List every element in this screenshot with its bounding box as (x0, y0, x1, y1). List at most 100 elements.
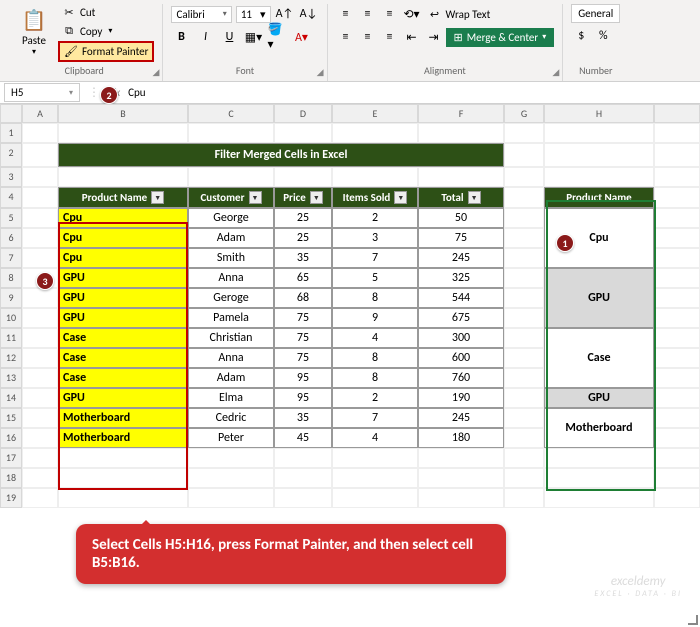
product-cell[interactable]: GPU (58, 268, 188, 288)
empty-cell[interactable] (504, 428, 544, 448)
align-middle-button[interactable]: ≡ (358, 4, 378, 24)
empty-cell[interactable] (504, 408, 544, 428)
empty-cell[interactable] (22, 308, 58, 328)
empty-cell[interactable] (22, 428, 58, 448)
empty-cell[interactable] (654, 228, 700, 248)
total-cell[interactable]: 50 (418, 208, 504, 228)
total-cell[interactable]: 600 (418, 348, 504, 368)
empty-cell[interactable] (332, 448, 418, 468)
total-cell[interactable]: 675 (418, 308, 504, 328)
price-cell[interactable]: 75 (274, 348, 332, 368)
empty-cell[interactable] (654, 288, 700, 308)
price-cell[interactable]: 35 (274, 248, 332, 268)
empty-cell[interactable] (654, 248, 700, 268)
customer-cell[interactable]: Adam (188, 368, 274, 388)
customer-cell[interactable]: Elma (188, 388, 274, 408)
empty-cell[interactable] (274, 167, 332, 187)
empty-cell[interactable] (58, 468, 188, 488)
empty-cell[interactable] (418, 488, 504, 508)
items-cell[interactable]: 8 (332, 348, 418, 368)
price-cell[interactable]: 45 (274, 428, 332, 448)
empty-cell[interactable] (22, 388, 58, 408)
empty-cell[interactable] (504, 328, 544, 348)
total-cell[interactable]: 245 (418, 248, 504, 268)
empty-cell[interactable] (504, 187, 544, 208)
empty-cell[interactable] (544, 488, 654, 508)
product-cell[interactable]: GPU (58, 388, 188, 408)
customer-cell[interactable]: Peter (188, 428, 274, 448)
product-cell[interactable]: Case (58, 368, 188, 388)
items-cell[interactable]: 7 (332, 408, 418, 428)
product-cell[interactable]: Motherboard (58, 408, 188, 428)
name-box[interactable]: H5▾ (4, 83, 80, 102)
empty-cell[interactable] (332, 468, 418, 488)
empty-cell[interactable] (22, 368, 58, 388)
empty-cell[interactable] (504, 448, 544, 468)
empty-cell[interactable] (58, 488, 188, 508)
total-cell[interactable]: 190 (418, 388, 504, 408)
customer-cell[interactable]: Adam (188, 228, 274, 248)
empty-cell[interactable] (188, 448, 274, 468)
empty-cell[interactable] (654, 328, 700, 348)
empty-cell[interactable] (274, 448, 332, 468)
formula-value[interactable]: Cpu (128, 86, 145, 99)
empty-cell[interactable] (418, 123, 504, 143)
empty-cell[interactable] (504, 248, 544, 268)
empty-cell[interactable] (188, 167, 274, 187)
empty-cell[interactable] (654, 428, 700, 448)
empty-cell[interactable] (22, 187, 58, 208)
total-cell[interactable]: 300 (418, 328, 504, 348)
items-cell[interactable]: 3 (332, 228, 418, 248)
align-center-button[interactable]: ≡ (358, 27, 378, 47)
items-cell[interactable]: 8 (332, 368, 418, 388)
empty-cell[interactable] (188, 488, 274, 508)
empty-cell[interactable] (654, 348, 700, 368)
customer-cell[interactable]: Geroge (188, 288, 274, 308)
price-cell[interactable]: 95 (274, 388, 332, 408)
product-cell[interactable]: GPU (58, 288, 188, 308)
empty-cell[interactable] (544, 448, 654, 468)
decrease-indent-button[interactable]: ⇤ (402, 27, 422, 47)
empty-cell[interactable] (504, 268, 544, 288)
empty-cell[interactable] (654, 308, 700, 328)
product-cell[interactable]: Case (58, 348, 188, 368)
merged-cell[interactable]: Motherboard (544, 408, 654, 448)
product-cell[interactable]: Cpu (58, 228, 188, 248)
empty-cell[interactable] (22, 448, 58, 468)
empty-cell[interactable] (22, 208, 58, 228)
empty-cell[interactable] (188, 123, 274, 143)
dialog-launcher-icon[interactable]: ◢ (552, 67, 559, 78)
merged-cell[interactable]: GPU (544, 268, 654, 328)
currency-button[interactable]: $ (571, 26, 591, 46)
customer-cell[interactable]: Christian (188, 328, 274, 348)
empty-cell[interactable] (22, 288, 58, 308)
wrap-text-button[interactable]: ↩Wrap Text (424, 6, 495, 23)
number-format-select[interactable]: General (571, 4, 620, 23)
empty-cell[interactable] (504, 288, 544, 308)
empty-cell[interactable] (654, 167, 700, 187)
empty-cell[interactable] (418, 468, 504, 488)
percent-button[interactable]: % (593, 26, 613, 46)
items-cell[interactable]: 7 (332, 248, 418, 268)
empty-cell[interactable] (654, 468, 700, 488)
filter-button[interactable]: ▼ (249, 191, 262, 204)
empty-cell[interactable] (504, 228, 544, 248)
empty-cell[interactable] (544, 468, 654, 488)
empty-cell[interactable] (58, 167, 188, 187)
table-header[interactable]: Price▼ (274, 187, 332, 208)
items-cell[interactable]: 9 (332, 308, 418, 328)
empty-cell[interactable] (418, 167, 504, 187)
price-cell[interactable]: 25 (274, 228, 332, 248)
font-size-select[interactable]: 11▾ (236, 6, 271, 23)
empty-cell[interactable] (22, 248, 58, 268)
customer-cell[interactable]: Smith (188, 248, 274, 268)
align-left-button[interactable]: ≡ (336, 27, 356, 47)
empty-cell[interactable] (332, 488, 418, 508)
empty-cell[interactable] (654, 408, 700, 428)
increase-font-button[interactable]: A↑ (275, 4, 295, 24)
align-right-button[interactable]: ≡ (380, 27, 400, 47)
empty-cell[interactable] (654, 143, 700, 167)
empty-cell[interactable] (22, 228, 58, 248)
empty-cell[interactable] (504, 348, 544, 368)
empty-cell[interactable] (332, 123, 418, 143)
